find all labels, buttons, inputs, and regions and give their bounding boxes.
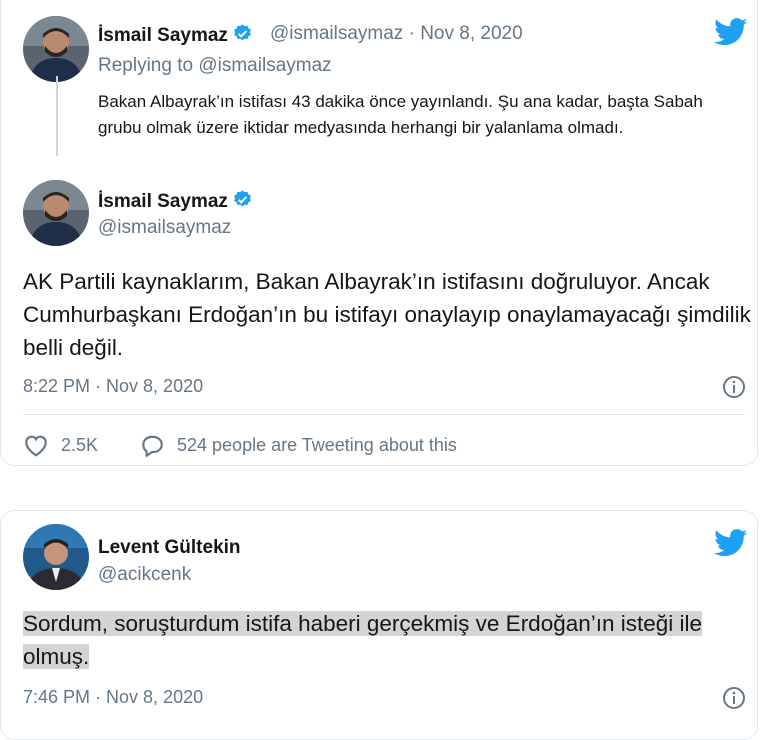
twitter-bird-icon[interactable] (714, 529, 748, 557)
author-handle[interactable]: @ismailsaymaz (98, 217, 231, 239)
author-name[interactable]: İsmail Saymaz (98, 23, 253, 50)
handle-line: @ismailsaymaz · Nov 8, 2020 (270, 23, 523, 45)
replying-to-handle[interactable]: @ismailsaymaz (198, 55, 331, 76)
tweet-text: AK Partili kaynaklarım, Bakan Albayrak’ı… (23, 269, 751, 360)
highlighted-tweet-text: Sordum, soruşturdum istifa haberi gerçek… (23, 611, 703, 669)
tweet-text: Sordum, soruşturdum istifa haberi gerçek… (23, 607, 735, 673)
separator-dot: · (408, 23, 415, 44)
verified-badge-icon (232, 23, 253, 50)
reply-bubble-icon[interactable] (139, 433, 165, 457)
like-action[interactable]: 2.5K (23, 433, 98, 457)
info-icon[interactable] (722, 375, 746, 399)
avatar[interactable] (23, 524, 89, 590)
tweet-date[interactable]: Nov 8, 2020 (420, 23, 522, 44)
verified-badge-icon (232, 189, 253, 216)
tweet-card-levent: Levent Gültekin @acikcenk Sordum, soruşt… (0, 510, 758, 740)
author-name-text[interactable]: İsmail Saymaz (98, 25, 228, 46)
reply-context-text: Bakan Albayrak’ın istifası 43 dakika önc… (98, 92, 703, 137)
twitter-bird-icon[interactable] (714, 18, 748, 46)
heart-icon[interactable] (23, 433, 49, 457)
like-count: 2.5K (61, 434, 99, 455)
replying-to: Replying to @ismailsaymaz (98, 55, 332, 77)
avatar[interactable] (23, 16, 89, 82)
tweet-card-ismail: İsmail Saymaz @ismailsaymaz · Nov 8, 202… (0, 0, 758, 466)
divider (23, 414, 745, 415)
tweet-timestamp[interactable]: 8:22 PM · Nov 8, 2020 (23, 376, 203, 397)
author-name-text[interactable]: İsmail Saymaz (98, 191, 228, 212)
tweeting-about-text: 524 people are Tweeting about this (177, 434, 457, 455)
tweet-timestamp[interactable]: 7:46 PM · Nov 8, 2020 (23, 687, 203, 708)
author-handle[interactable]: @ismailsaymaz (270, 23, 403, 44)
info-icon[interactable] (722, 686, 746, 710)
replying-to-label: Replying to (98, 55, 194, 76)
author-name[interactable]: İsmail Saymaz (98, 189, 253, 216)
author-name[interactable]: Levent Gültekin (98, 537, 241, 559)
tweeting-about-link[interactable]: 524 people are Tweeting about this (139, 433, 457, 457)
thread-line (56, 76, 58, 156)
author-handle[interactable]: @acikcenk (98, 564, 191, 586)
avatar[interactable] (23, 180, 89, 246)
